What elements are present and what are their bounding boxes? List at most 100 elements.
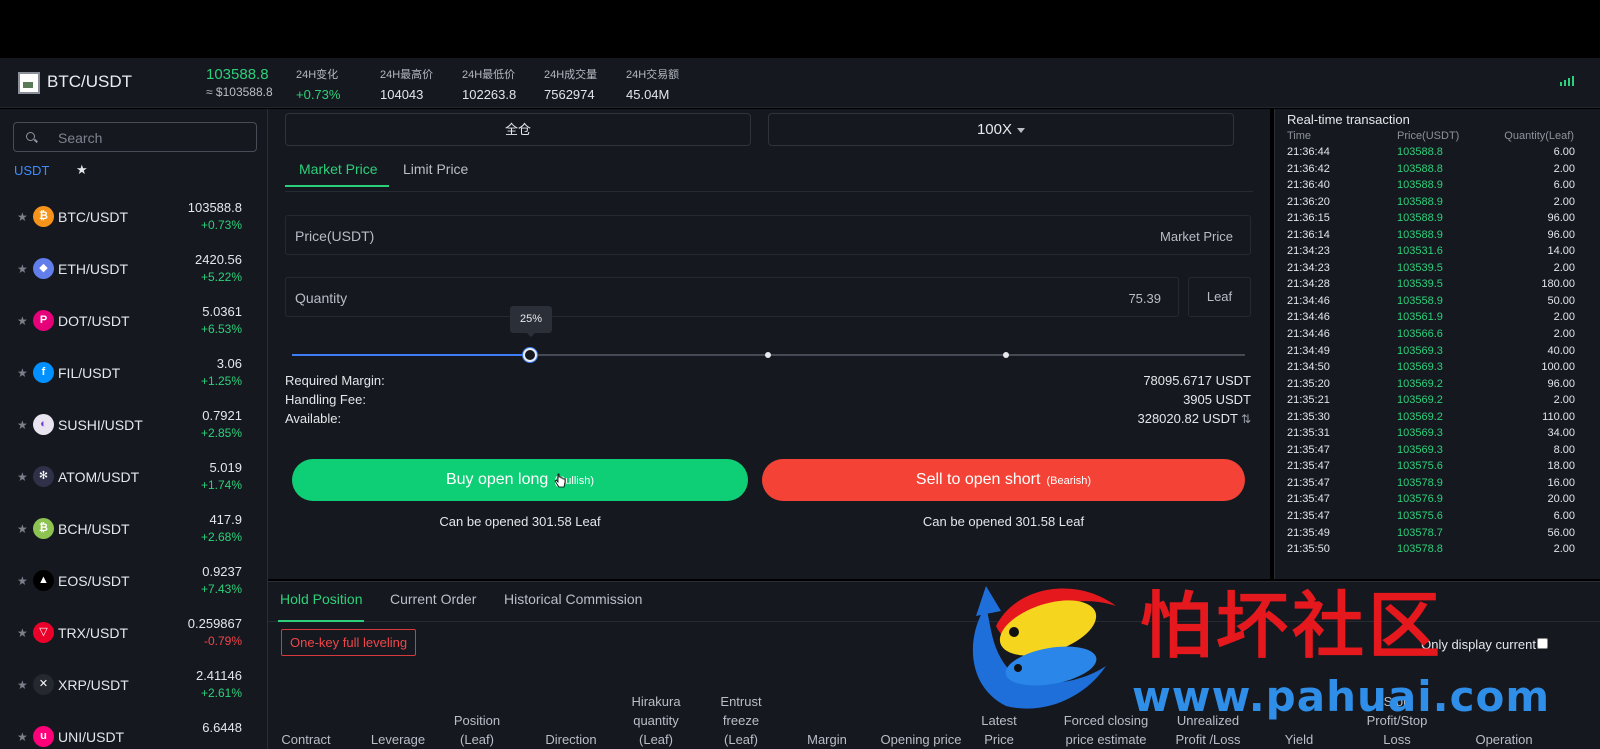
price-type-tabs: Market Price Limit Price <box>285 153 1253 192</box>
transfer-icon[interactable]: ⇅ <box>1241 412 1251 426</box>
transaction-row: 21:34:23 103539.5 2.00 <box>1275 262 1600 279</box>
coin-icon: ◐ <box>33 414 54 435</box>
tx-price: 103569.3 <box>1397 361 1443 374</box>
tx-time: 21:36:44 <box>1287 146 1330 158</box>
coin-price: 3.06 <box>216 356 242 371</box>
star-icon[interactable]: ★ <box>17 470 28 484</box>
transaction-row: 21:35:50 103578.8 2.00 <box>1275 543 1600 560</box>
slider-mark-50[interactable] <box>765 352 771 358</box>
tx-time: 21:35:49 <box>1287 526 1330 539</box>
star-icon[interactable]: ★ <box>17 574 28 588</box>
tx-time: 21:36:20 <box>1287 195 1330 208</box>
search-box[interactable] <box>13 122 257 152</box>
coin-row[interactable]: ★ P DOT/USDT 5.0361 +6.53% <box>0 295 268 347</box>
coin-row[interactable]: ★ u UNI/USDT 6.6448 <box>0 711 268 749</box>
leverage-select[interactable]: 100X <box>768 113 1234 146</box>
coin-row[interactable]: ★ ◐ SUSHI/USDT 0.7921 +2.85% <box>0 399 268 451</box>
coin-change: -0.79% <box>203 634 242 648</box>
star-icon[interactable]: ★ <box>17 626 28 640</box>
tx-time: 21:34:46 <box>1287 311 1330 324</box>
coin-list: ★ ₿ BTC/USDT 103588.8 +0.73% ★ ◆ ETH/USDT 2420.5… <box>0 191 268 749</box>
tx-price: 103558.9 <box>1397 294 1443 307</box>
transaction-row: 21:36:42 103588.8 2.00 <box>1275 163 1600 180</box>
caret-down-icon <box>1017 127 1026 133</box>
one-key-full-leveling-button[interactable]: One-key full leveling <box>281 629 417 656</box>
slider-mark-75[interactable] <box>1003 352 1009 358</box>
quantity-field[interactable]: Quantity 75.39 <box>285 277 1179 317</box>
transaction-row: 21:35:47 103569.3 8.00 <box>1275 444 1600 461</box>
coin-row[interactable]: ★ ◆ ETH/USDT 2420.56 +5.22% <box>0 243 268 295</box>
coin-name: DOT/USDT <box>58 313 130 329</box>
tx-price: 103539.5 <box>1397 278 1443 291</box>
star-icon[interactable]: ★ <box>17 262 28 276</box>
star-icon[interactable]: ★ <box>17 210 28 224</box>
column-header: Leverage <box>370 732 426 747</box>
slider-handle[interactable] <box>523 348 538 362</box>
coin-icon: ₿ <box>33 206 54 227</box>
transaction-row: 21:34:46 103558.9 50.00 <box>1275 295 1600 312</box>
coin-change: +6.53% <box>200 322 242 336</box>
coin-icon: u <box>33 726 54 747</box>
coin-row[interactable]: ★ f FIL/USDT 3.06 +1.25% <box>0 347 268 399</box>
column-header: Opening price <box>880 732 962 747</box>
coin-name: ATOM/USDT <box>58 469 140 485</box>
tx-price: 103576.9 <box>1397 493 1443 506</box>
tab-hold-position[interactable]: Hold Position <box>280 591 363 607</box>
sell-open-short-button[interactable]: Sell to open short (Bearish) <box>762 459 1245 501</box>
only-display-current-checkbox[interactable] <box>1537 638 1548 649</box>
tx-quantity: 110.00 <box>1542 410 1575 423</box>
buy-open-long-button[interactable]: Buy open long (Bullish) <box>292 459 748 501</box>
available-value: 328020.82 USDT <box>1137 411 1238 426</box>
coin-name: FIL/USDT <box>58 365 121 381</box>
tab-usdt[interactable]: USDT <box>14 163 49 178</box>
column-header: Margin <box>807 732 847 747</box>
price-field[interactable]: Price(USDT) Market Price <box>285 215 1251 255</box>
star-icon[interactable]: ★ <box>17 678 28 692</box>
star-icon[interactable]: ★ <box>17 522 28 536</box>
column-header: Latest Price <box>981 713 1017 747</box>
stat-label: 24H交易额 <box>626 69 680 81</box>
coin-row[interactable]: ★ ₿ BCH/USDT 417.9 +2.68% <box>0 503 268 555</box>
star-icon[interactable]: ★ <box>17 366 28 380</box>
coin-row[interactable]: ★ ✕ XRP/USDT 2.41146 +2.61% <box>0 659 268 711</box>
star-icon[interactable]: ★ <box>17 418 28 432</box>
pair-title[interactable]: BTC/USDT <box>47 72 132 92</box>
required-margin-value: 78095.6717 USDT <box>1143 373 1251 388</box>
star-icon[interactable]: ★ <box>17 314 28 328</box>
coin-icon: P <box>33 310 54 331</box>
stat-label: 24H最低价 <box>462 69 516 81</box>
tx-price: 103578.8 <box>1397 543 1443 556</box>
quantity-label: Quantity <box>295 290 348 306</box>
quantity-unit[interactable]: Leaf <box>1188 277 1251 317</box>
tx-time: 21:35:50 <box>1287 543 1330 556</box>
slider-fill <box>292 354 531 356</box>
last-price: 103588.8 <box>206 66 269 83</box>
coin-row[interactable]: ★ ₿ BTC/USDT 103588.8 +0.73% <box>0 191 268 243</box>
tab-market-price[interactable]: Market Price <box>299 161 378 177</box>
tx-time: 21:35:47 <box>1287 510 1330 523</box>
coin-row[interactable]: ★ ▽ TRX/USDT 0.259867 -0.79% <box>0 607 268 659</box>
price-value: Market Price <box>1160 229 1233 244</box>
coin-change: +2.68% <box>200 530 242 544</box>
coin-row[interactable]: ★ ▲ EOS/USDT 0.9237 +7.43% <box>0 555 268 607</box>
margin-mode-select[interactable]: 全仓 <box>285 113 751 146</box>
tx-quantity: 2.00 <box>1553 261 1575 274</box>
stat-value: 45.04M <box>626 87 670 102</box>
search-input[interactable] <box>58 129 248 147</box>
sell-sub-label: (Bearish) <box>1046 475 1092 487</box>
hand-cursor-icon <box>554 473 566 488</box>
tx-quantity: 2.00 <box>1553 328 1575 341</box>
available-row: Available: 328020.82 USDT ⇅ <box>285 411 1251 426</box>
star-icon[interactable]: ★ <box>17 730 28 744</box>
tx-quantity: 2.00 <box>1553 162 1575 175</box>
stat-label: 24H最高价 <box>380 69 434 81</box>
coin-row[interactable]: ★ ✻ ATOM/USDT 5.019 +1.74% <box>0 451 268 503</box>
tab-favorites[interactable]: ★ <box>76 162 88 178</box>
tab-historical-commission[interactable]: Historical Commission <box>504 591 642 607</box>
tx-quantity: 34.00 <box>1547 427 1575 440</box>
tab-current-order[interactable]: Current Order <box>390 591 476 607</box>
coin-name: UNI/USDT <box>58 729 125 745</box>
tab-limit-price[interactable]: Limit Price <box>403 161 468 177</box>
tx-quantity: 16.00 <box>1547 476 1575 489</box>
market-header: BTC/USDT 103588.8 ≈ $103588.8 24H变化 +0.7… <box>0 58 1600 108</box>
